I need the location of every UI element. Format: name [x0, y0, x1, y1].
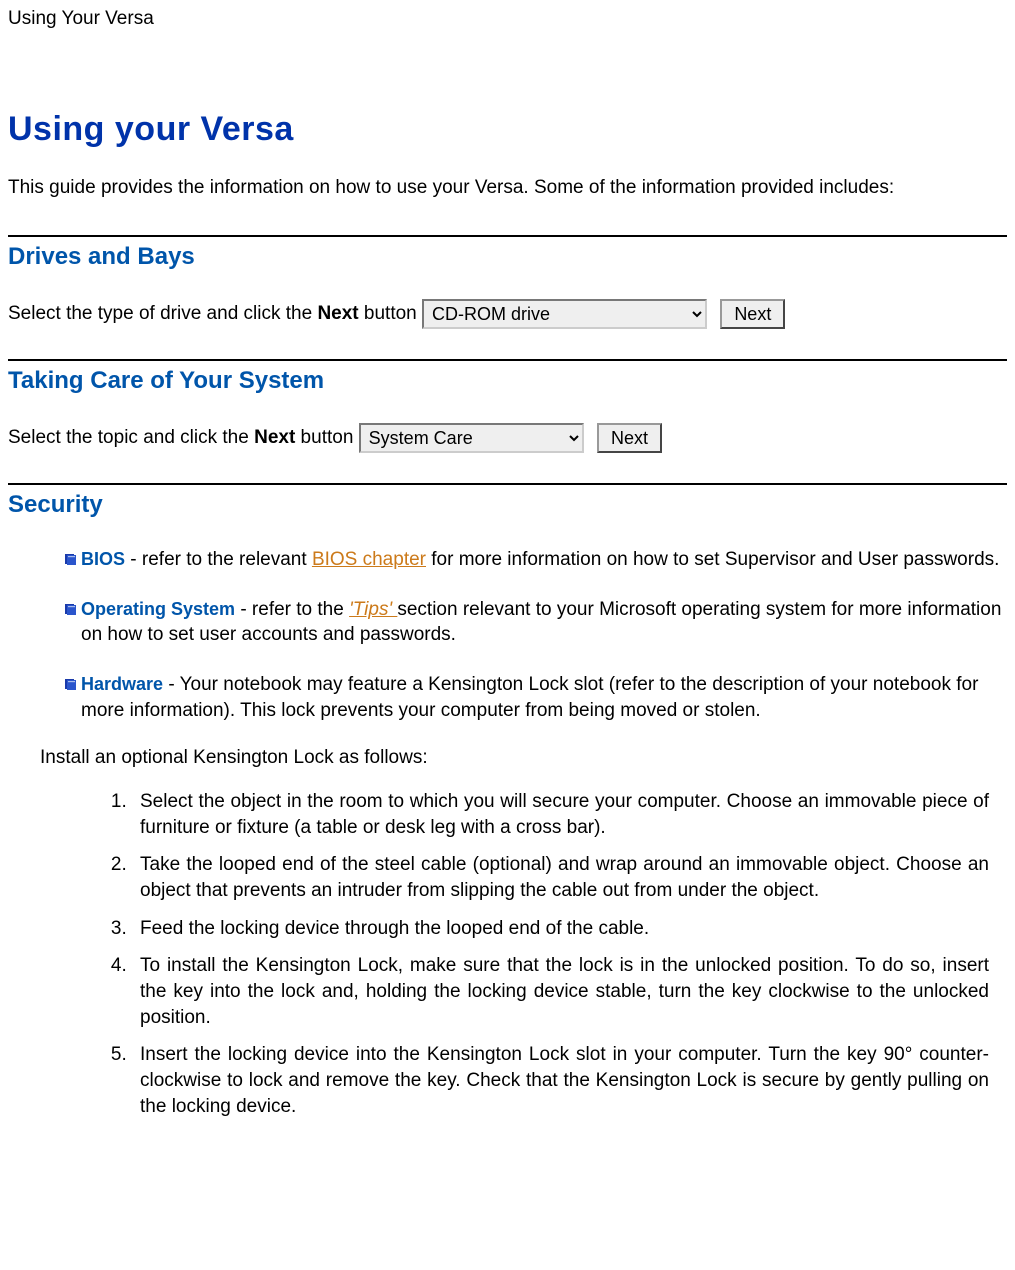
os-text-pre: - refer to the — [235, 599, 349, 620]
divider — [8, 359, 1007, 361]
book-icon — [64, 552, 78, 566]
bios-text-pre: - refer to the relevant — [125, 549, 312, 570]
drives-heading: Drives and Bays — [8, 243, 1007, 271]
install-steps: Select the object in the room to which y… — [72, 789, 1007, 1119]
care-row: Select the topic and click the Next butt… — [8, 423, 1007, 453]
bios-title: BIOS — [81, 549, 125, 569]
install-intro: Install an optional Kensington Lock as f… — [40, 747, 1007, 769]
divider — [8, 235, 1007, 237]
install-step: Insert the locking device into the Kensi… — [132, 1042, 989, 1119]
security-item-hardware: Hardware - Your notebook may feature a K… — [64, 672, 1007, 723]
bios-text-post: for more information on how to set Super… — [426, 549, 999, 570]
care-heading: Taking Care of Your System — [8, 367, 1007, 395]
os-title: Operating System — [81, 599, 235, 619]
book-icon — [64, 677, 78, 691]
drives-prompt-post: button — [359, 303, 422, 324]
security-item-os: Operating System - refer to the 'Tips' s… — [64, 597, 1007, 648]
install-step: Take the looped end of the steel cable (… — [132, 852, 989, 903]
install-step: Feed the locking device through the loop… — [132, 916, 989, 942]
security-heading: Security — [8, 491, 1007, 519]
care-prompt-post: button — [295, 427, 358, 448]
hardware-text: - Your notebook may feature a Kensington… — [81, 674, 978, 721]
care-topic-select[interactable]: System Care — [359, 423, 584, 453]
bios-chapter-link[interactable]: BIOS chapter — [312, 549, 426, 570]
drives-next-button[interactable]: Next — [720, 299, 785, 329]
intro-text: This guide provides the information on h… — [8, 177, 1007, 199]
book-icon — [64, 602, 78, 616]
page-header: Using Your Versa — [8, 8, 1007, 30]
drive-type-select[interactable]: CD-ROM drive — [422, 299, 707, 329]
security-item-bios: BIOS - refer to the relevant BIOS chapte… — [64, 547, 1007, 573]
care-next-button[interactable]: Next — [597, 423, 662, 453]
care-prompt-pre: Select the topic and click the — [8, 427, 254, 448]
install-step: Select the object in the room to which y… — [132, 789, 989, 840]
page-title: Using your Versa — [8, 110, 1007, 149]
install-step: To install the Kensington Lock, make sur… — [132, 953, 989, 1030]
drives-prompt-bold: Next — [317, 303, 358, 324]
divider — [8, 483, 1007, 485]
tips-link[interactable]: 'Tips' — [349, 599, 397, 620]
hardware-title: Hardware — [81, 674, 163, 694]
care-prompt-bold: Next — [254, 427, 295, 448]
drives-prompt-pre: Select the type of drive and click the — [8, 303, 317, 324]
drives-row: Select the type of drive and click the N… — [8, 299, 1007, 329]
